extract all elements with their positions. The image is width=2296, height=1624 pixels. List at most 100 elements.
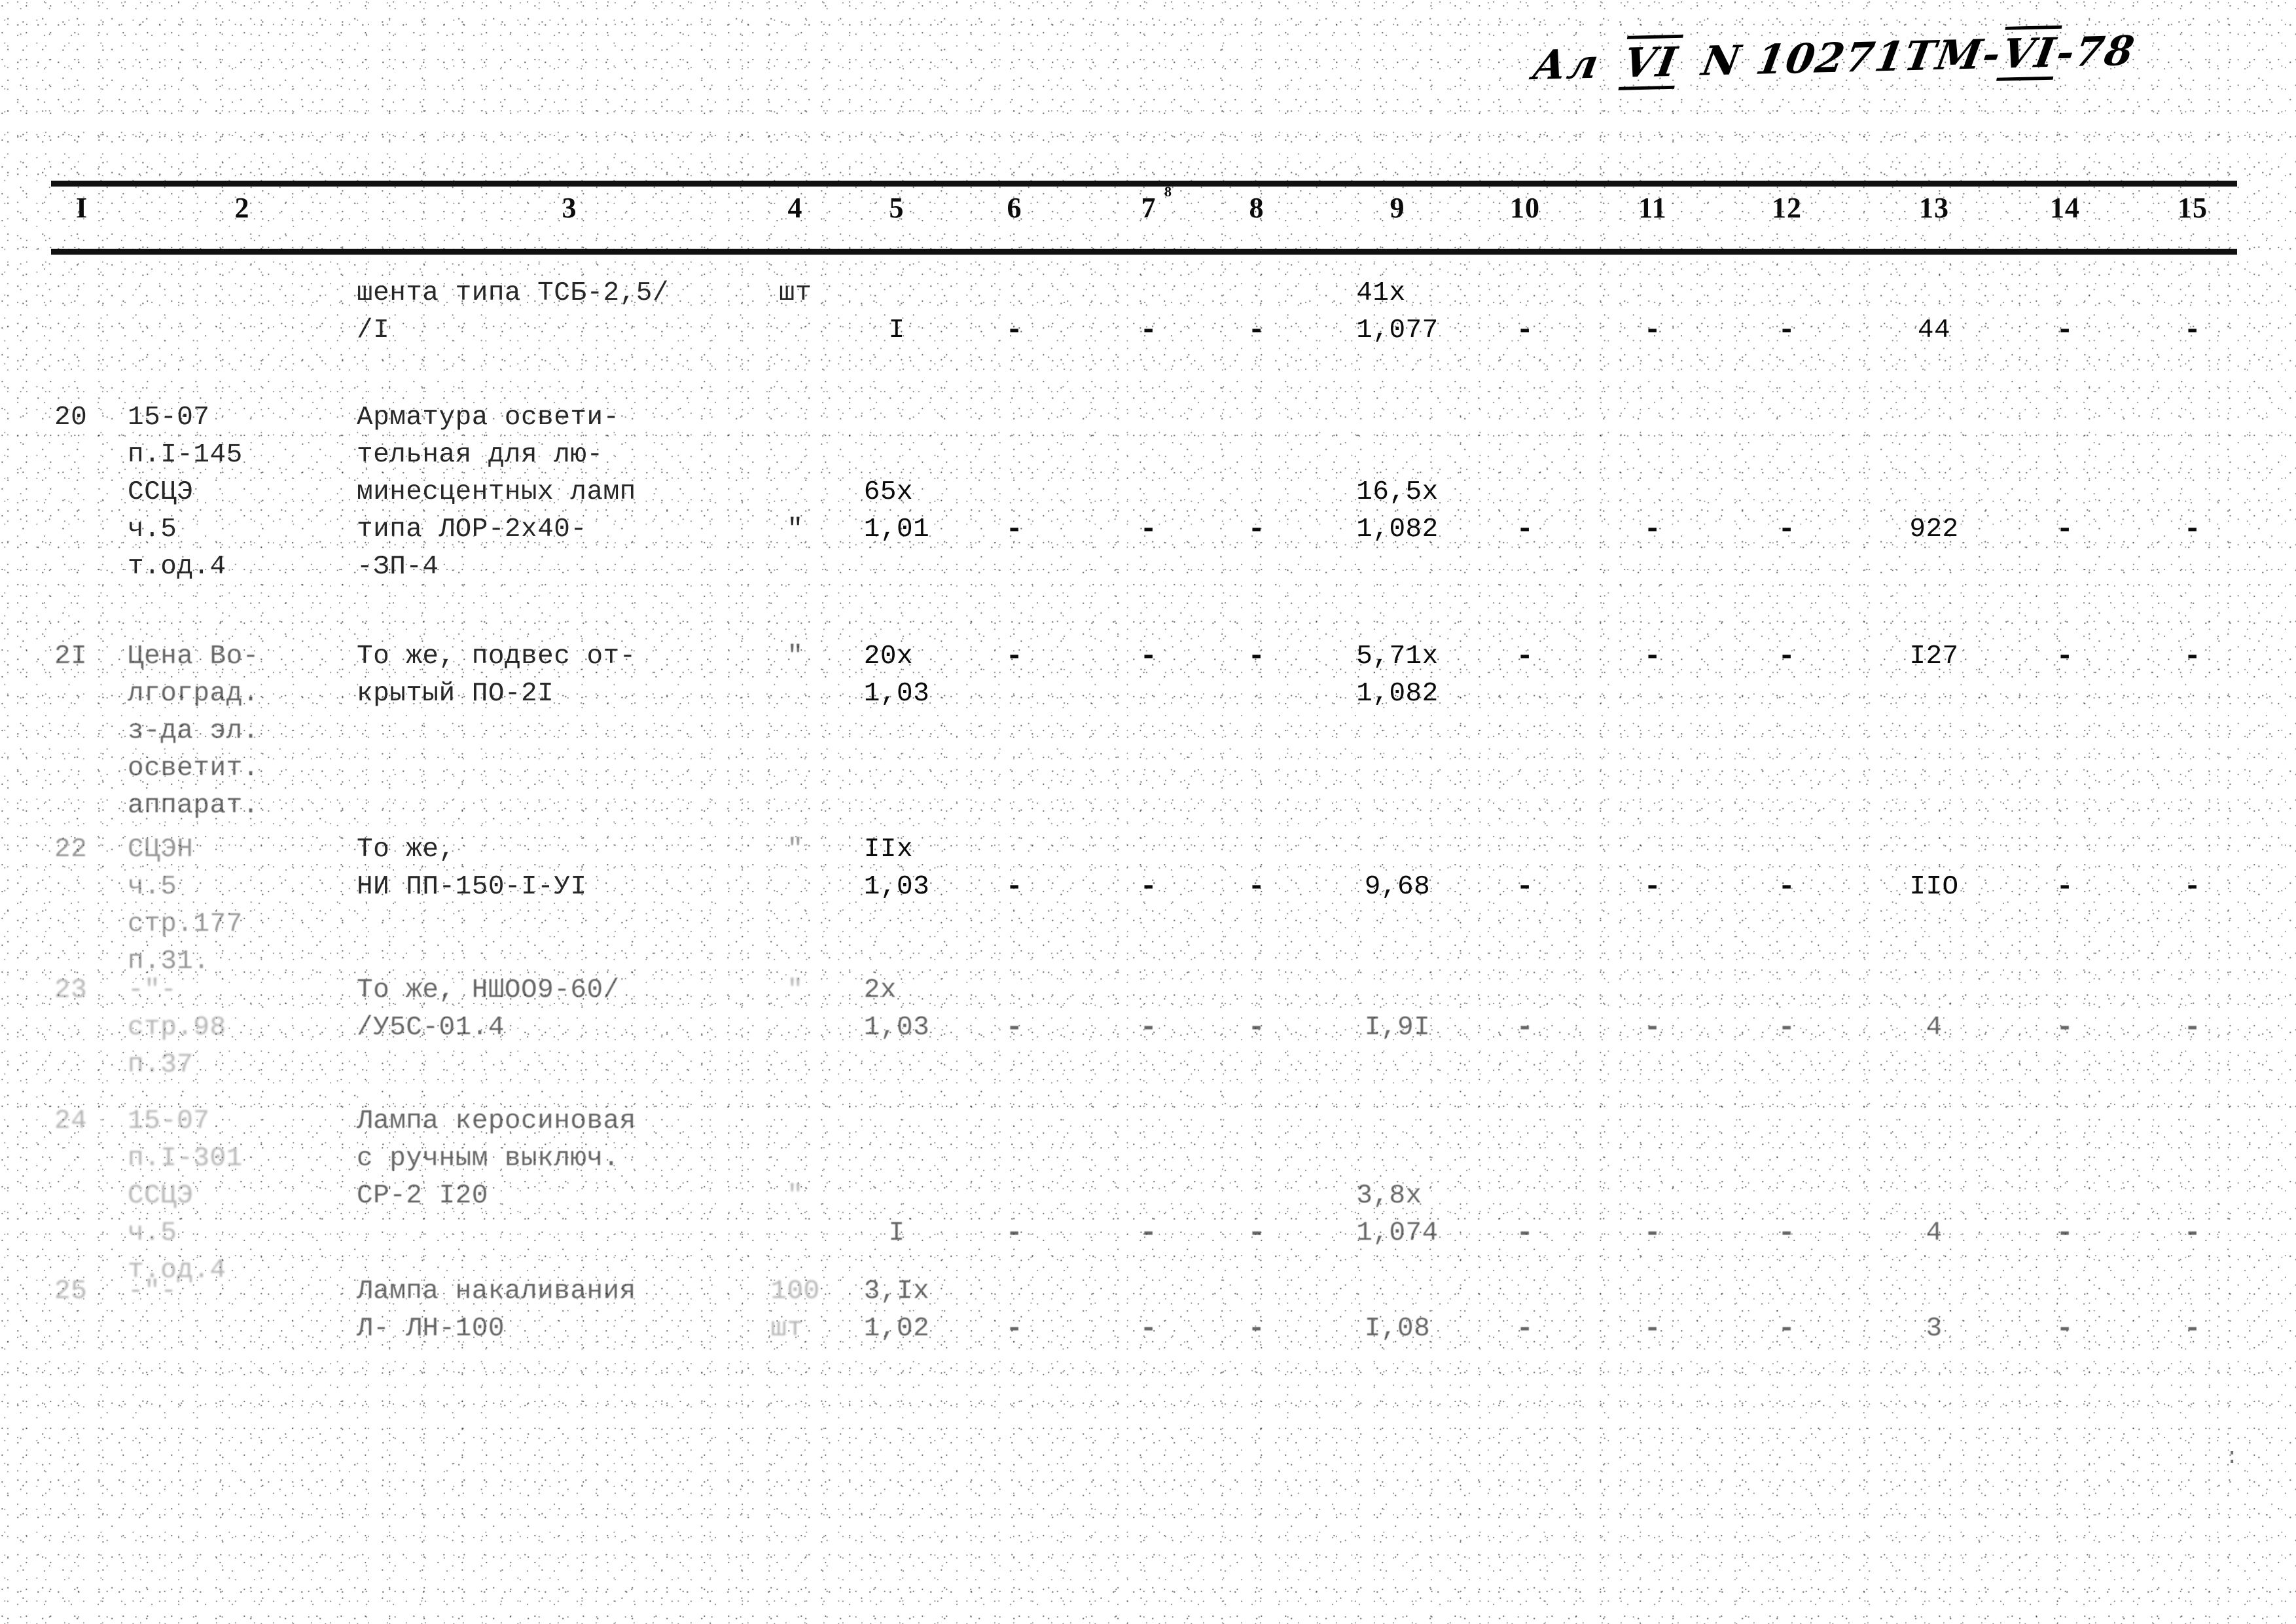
cell-reference: 15-07 п.I-145 ССЦЭ ч.5 т.од.4 <box>128 403 243 582</box>
cell-unit: 100 шт <box>770 1276 820 1344</box>
cell-quantity: I <box>888 316 905 346</box>
cell-col11: - <box>1643 1217 1662 1250</box>
cell-total: 4 <box>1926 1218 1943 1248</box>
cell-col7: - <box>1139 1011 1158 1044</box>
cell-description: Лампа керосиновая с ручным выключ. СР-2 … <box>357 1106 636 1211</box>
table-column-header-row: I 2 3 4 5 6 7 8 8 9 10 11 12 13 14 15 <box>0 183 2296 244</box>
cell-col15: - <box>2183 513 2202 546</box>
cell-price: 41х 1,077 <box>1356 278 1439 346</box>
cell-col14: - <box>2056 640 2074 673</box>
cell-col8: - <box>1247 1011 1266 1044</box>
cell-quantity: 3,Iх 1,02 <box>863 1276 930 1344</box>
hw-prefix: Ал <box>1529 39 1604 90</box>
cell-col15: - <box>2183 1312 2202 1345</box>
cell-col12: - <box>1778 513 1796 546</box>
cell-col8: - <box>1247 640 1266 673</box>
column-header-11: 11 <box>1638 192 1667 224</box>
cell-total: 922 <box>1909 514 1959 545</box>
column-header-6: 6 <box>1007 192 1022 224</box>
table-bottom-rule <box>51 249 2237 255</box>
cell-description: Арматура освети- тельная для лю- минесце… <box>357 403 636 582</box>
cell-col7: - <box>1139 513 1158 546</box>
cell-unit: " <box>787 641 804 672</box>
cell-col10: - <box>1516 513 1534 546</box>
cell-col10: - <box>1516 640 1534 673</box>
cell-quantity: 65х 1,01 <box>863 477 930 545</box>
cell-item-number: 25 <box>54 1276 88 1307</box>
cell-reference: Цена Во- лгоград. з-да эл. осветит. аппа… <box>128 641 259 821</box>
column-header-14: 14 <box>2050 192 2080 224</box>
cell-item-number: 24 <box>54 1106 88 1136</box>
hw-part: VI <box>1996 25 2062 81</box>
cell-price: I,08 <box>1364 1314 1431 1344</box>
cell-description: То же, подвес от- крытый ПО-2I <box>357 641 636 709</box>
cell-col6: - <box>1005 1312 1024 1345</box>
cell-col14: - <box>2056 513 2074 546</box>
cell-col7: - <box>1139 1217 1158 1250</box>
cell-total: 3 <box>1926 1314 1943 1344</box>
column-header-7-superscript: 8 <box>1164 183 1172 200</box>
cell-item-number: 23 <box>54 975 88 1005</box>
cell-reference: 15-07 п.I-301 ССЦЭ ч.5 т.од.4 <box>128 1106 243 1286</box>
cell-col15: - <box>2183 1011 2202 1044</box>
cell-unit: шт <box>778 278 812 308</box>
cell-col14: - <box>2056 1217 2074 1250</box>
column-header-3: 3 <box>562 192 577 224</box>
cell-col14: - <box>2056 1312 2074 1345</box>
cell-quantity: I <box>888 1218 905 1248</box>
cell-price: 9,68 <box>1364 872 1431 902</box>
cell-price: 5,71х 1,082 <box>1356 641 1439 709</box>
cell-unit: " <box>787 835 804 865</box>
column-header-7: 7 <box>1141 192 1157 224</box>
column-header-2: 2 <box>234 192 250 224</box>
cell-description: шента типа ТСБ-2,5/ /I <box>357 278 669 346</box>
cell-total: IIО <box>1909 872 1959 902</box>
cell-col11: - <box>1643 1312 1662 1345</box>
cell-col15: - <box>2183 1217 2202 1250</box>
cell-col14: - <box>2056 314 2074 347</box>
cell-description: Лампа накаливания Л- ЛН-100 <box>357 1276 636 1344</box>
cell-col11: - <box>1643 1011 1662 1044</box>
table-top-rule <box>51 181 2237 187</box>
column-header-13: 13 <box>1919 192 1949 224</box>
cell-col7: - <box>1139 871 1158 903</box>
column-header-4: 4 <box>787 192 803 224</box>
cell-col12: - <box>1778 1312 1796 1345</box>
cell-col11: - <box>1643 871 1662 903</box>
cell-col6: - <box>1005 513 1024 546</box>
cell-quantity: 20х 1,03 <box>863 641 930 709</box>
cell-col7: - <box>1139 640 1158 673</box>
cell-col10: - <box>1516 871 1534 903</box>
cell-item-number: 22 <box>54 835 88 865</box>
cell-price: 16,5х 1,082 <box>1356 477 1439 545</box>
cell-col8: - <box>1247 871 1266 903</box>
hw-volume: VI <box>1618 34 1683 90</box>
cell-unit: " <box>787 1181 804 1211</box>
cell-col10: - <box>1516 1312 1534 1345</box>
cell-col14: - <box>2056 871 2074 903</box>
hw-number: N 10271ТМ- <box>1698 29 2005 85</box>
cell-col6: - <box>1005 1217 1024 1250</box>
cell-reference: СЦЭН ч.5 стр.177 п.31. <box>128 835 243 977</box>
column-header-5: 5 <box>889 192 905 224</box>
cell-col12: - <box>1778 871 1796 903</box>
cell-unit: " <box>787 975 804 1005</box>
cell-col12: - <box>1778 1217 1796 1250</box>
column-header-9: 9 <box>1390 192 1405 224</box>
cell-col12: - <box>1778 1011 1796 1044</box>
cell-reference: -"- стр.98 п.37 <box>128 975 226 1080</box>
column-header-10: 10 <box>1510 192 1540 224</box>
cell-col8: - <box>1247 513 1266 546</box>
cell-col12: - <box>1778 640 1796 673</box>
cell-col15: - <box>2183 871 2202 903</box>
cell-description: То же, НИ ПП-150-I-УI <box>357 835 587 902</box>
column-header-12: 12 <box>1772 192 1802 224</box>
cell-col8: - <box>1247 1217 1266 1250</box>
cell-col7: - <box>1139 1312 1158 1345</box>
cell-description: То же, НШОО9-60/ /У5С-01.4 <box>357 975 620 1043</box>
cell-col15: - <box>2183 640 2202 673</box>
cell-col12: - <box>1778 314 1796 347</box>
cell-col11: - <box>1643 640 1662 673</box>
scanned-page: Ал VI N 10271ТМ-VI-78 I 2 3 4 5 6 7 8 8 9 10 11 12 13 14… <box>0 0 2296 1624</box>
cell-col8: - <box>1247 1312 1266 1345</box>
